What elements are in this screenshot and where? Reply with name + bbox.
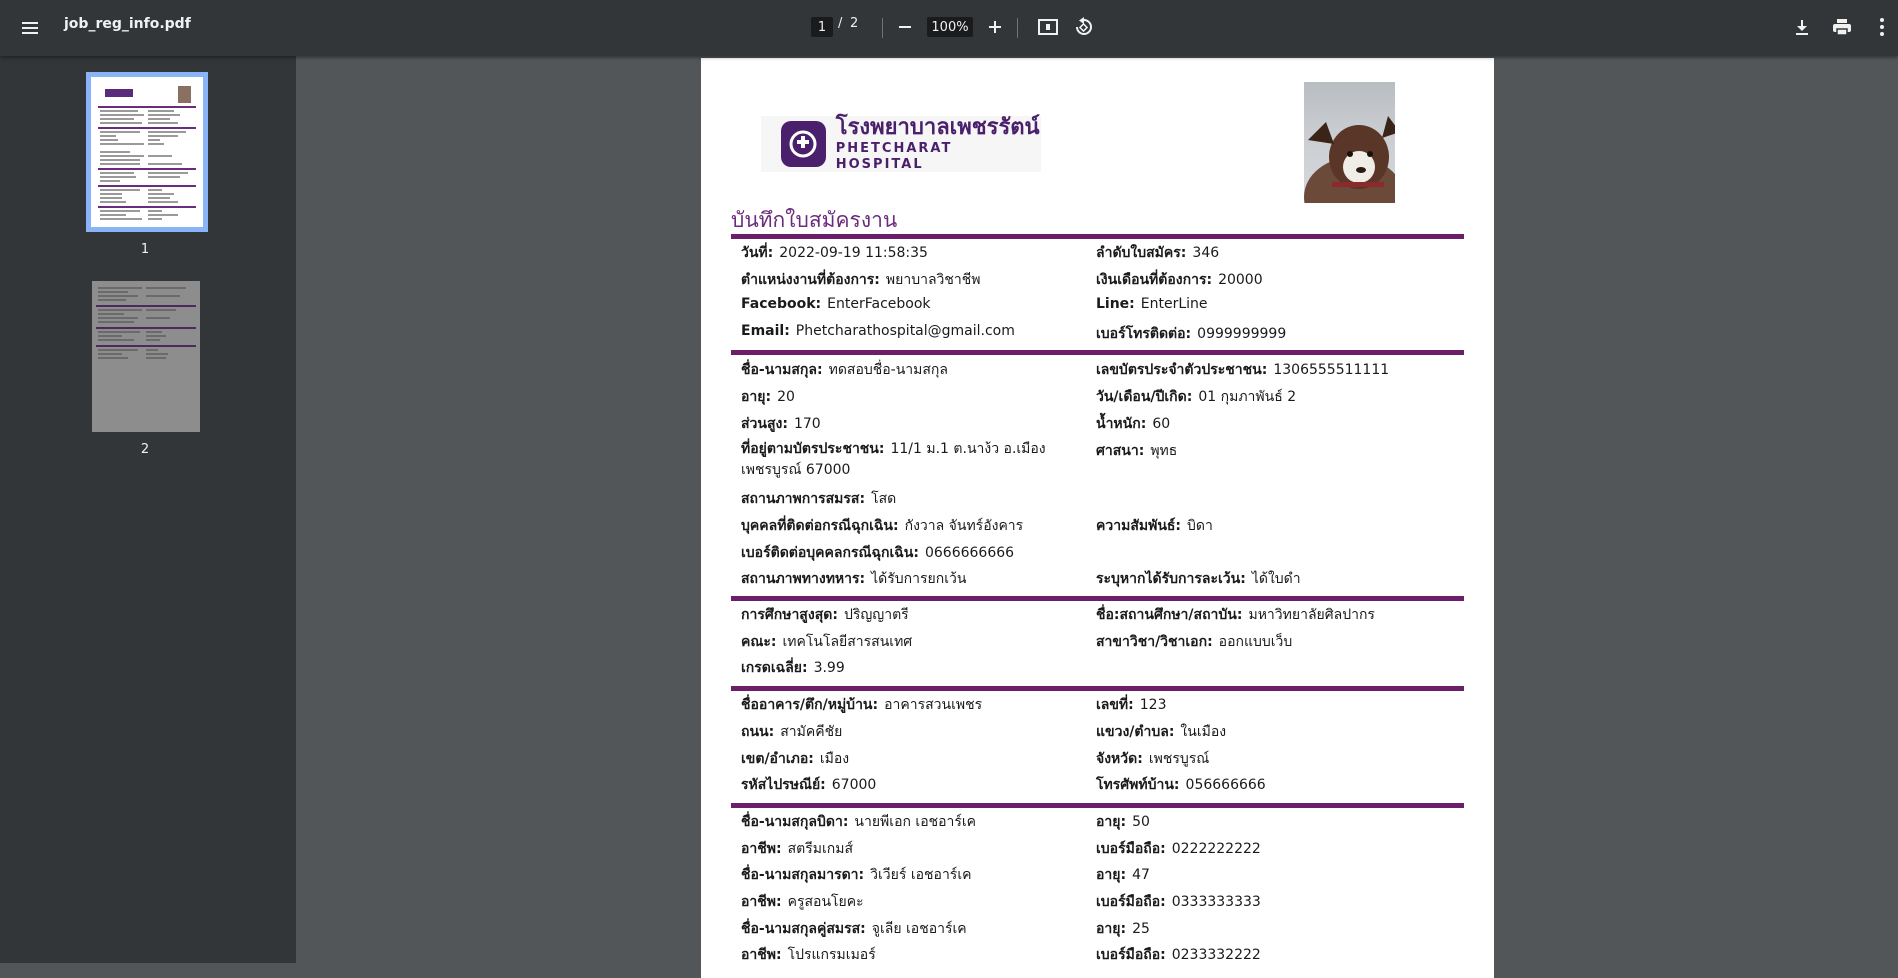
mother-occupation-field: อาชีพ: ครูสอนโยคะ (741, 894, 864, 910)
page-total: 2 (850, 16, 859, 31)
religion-field: ศาสนา: พุทธ (1096, 443, 1178, 459)
print-button[interactable] (1826, 11, 1858, 43)
relationship-field: ความสัมพันธ์: บิดา (1096, 518, 1213, 534)
application-number-field: ลำดับใบสมัคร: 346 (1096, 245, 1220, 261)
section-divider (731, 350, 1464, 355)
weight-field: น้ำหนัก: 60 (1096, 416, 1171, 432)
age-field: อายุ: 20 (741, 389, 795, 405)
major-field: สาขาวิชา/วิชาเอก: ออกแบบเว็บ (1096, 634, 1293, 650)
logo-english-name: PHETCHARAT HOSPITAL (835, 141, 953, 172)
thumbnail-sidebar: 1 2 (0, 56, 296, 963)
date-of-birth-field: วัน/เดือน/ปีเกิด: 01 กุมภาพันธ์ 2 (1096, 389, 1297, 405)
father-age-field: อายุ: 50 (1096, 814, 1150, 830)
desired-position-field: ตำแหน่งงานที่ต้องการ: พยาบาลวิชาชีพ (741, 272, 981, 288)
district-field: เขต/อำเภอ: เมือง (741, 751, 850, 767)
mother-name-field: ชื่อ-นามสกุลมารดา: วิเวียร์ เอชอาร์เค (741, 867, 972, 883)
zoom-level-input[interactable]: 100% (927, 17, 973, 37)
exemption-reason-field: ระบุหากได้รับการละเว้น: ได้ใบดำ (1096, 571, 1301, 587)
download-button[interactable] (1786, 11, 1818, 43)
emergency-phone-field: เบอร์ติดต่อบุคคลกรณีฉุกเฉิน: 0666666666 (741, 545, 1015, 561)
zoom-in-button[interactable] (981, 13, 1009, 41)
email-field: Email: Phetcharathospital@gmail.com (741, 323, 1015, 339)
province-field: จังหวัด: เพชรบูรณ์ (1096, 751, 1210, 767)
fit-to-page-icon (1038, 19, 1058, 35)
full-name-field: ชื่อ-นามสกุล: ทดสอบชื่อ-นามสกุล (741, 362, 948, 378)
desired-salary-field: เงินเดือนที่ต้องการ: 20000 (1096, 272, 1263, 288)
printer-icon (1833, 19, 1851, 36)
rotate-button[interactable] (1068, 11, 1100, 43)
zoom-out-button[interactable] (891, 13, 919, 41)
pdf-toolbar: job_reg_info.pdf 1 / 2 100% (0, 0, 1898, 56)
plus-icon (989, 21, 1001, 33)
more-actions-button[interactable] (1866, 11, 1898, 43)
father-name-field: ชื่อ-นามสกุลบิดา: นายพีเอก เอชอาร์เค (741, 814, 977, 830)
more-vert-icon (1880, 18, 1884, 36)
line-field: Line: EnterLine (1096, 296, 1208, 312)
logo-thai-name: โรงพยาบาลเพชรรัตน์ (835, 115, 1040, 140)
father-mobile-field: เบอร์มือถือ: 0222222222 (1096, 841, 1261, 857)
postal-code-field: รหัสไปรษณีย์: 67000 (741, 777, 877, 793)
hospital-logo: โรงพยาบาลเพชรรัตน์ PHETCHARAT HOSPITAL (761, 115, 1041, 172)
download-icon (1796, 20, 1808, 35)
section-divider (731, 686, 1464, 691)
contact-phone-field: เบอร์โทรติดต่อ: 0999999999 (1096, 326, 1287, 342)
highest-education-field: การศึกษาสูงสุด: ปริญญาตรี (741, 607, 909, 623)
marital-status-field: สถานภาพการสมรส: โสด (741, 491, 897, 507)
emergency-contact-field: บุคคลที่ติดต่อกรณีฉุกเฉิน: กังวาล จันทร์อ… (741, 518, 1024, 534)
faculty-field: คณะ: เทคโนโลยีสารสนเทศ (741, 634, 913, 650)
fit-page-button[interactable] (1032, 11, 1064, 43)
thumbnail-page-1[interactable] (86, 72, 208, 232)
building-field: ชื่ออาคาร/ตึก/หมู่บ้าน: อาคารสวนเพชร (741, 697, 983, 713)
gpa-field: เกรดเฉลี่ย: 3.99 (741, 660, 845, 676)
height-field: ส่วนสูง: 170 (741, 416, 821, 432)
page-separator: / (838, 16, 843, 31)
house-number-field: เลขที่: 123 (1096, 697, 1167, 713)
subdistrict-field: แขวง/ตำบล: ในเมือง (1096, 724, 1227, 740)
page-number-input[interactable]: 1 (811, 17, 833, 37)
date-field: วันที่: 2022-09-19 11:58:35 (741, 245, 928, 261)
section-divider (731, 596, 1464, 601)
id-card-field: เลขบัตรประจำตัวประชาชน: 1306555511111 (1096, 362, 1390, 378)
spouse-age-field: อายุ: 25 (1096, 921, 1150, 937)
section-divider (731, 234, 1464, 239)
toolbar-divider (882, 18, 883, 38)
mother-mobile-field: เบอร์มือถือ: 0333333333 (1096, 894, 1261, 910)
rotate-icon (1076, 17, 1092, 35)
minus-icon (899, 26, 911, 28)
facebook-field: Facebook: EnterFacebook (741, 296, 931, 312)
thumbnail-page-2[interactable] (92, 281, 200, 432)
applicant-photo (1304, 82, 1395, 203)
mother-age-field: อายุ: 47 (1096, 867, 1150, 883)
father-occupation-field: อาชีพ: สตรีมเกมส์ (741, 841, 854, 857)
institution-field: ชื่อ:สถานศึกษา/สถาบัน: มหาวิทยาลัยศิลปากร (1096, 607, 1375, 623)
thumbnail-label: 2 (140, 442, 150, 457)
pdf-page: โรงพยาบาลเพชรรัตน์ PHETCHARAT HOSPITAL บ… (701, 58, 1494, 978)
spouse-name-field: ชื่อ-นามสกุลคู่สมรส: จูเลีย เอชอาร์เค (741, 921, 967, 937)
menu-icon[interactable] (16, 14, 44, 42)
thumbnail-label: 1 (140, 242, 150, 257)
id-address-field: ที่อยู่ตามบัตรประชาชน: 11/1 ม.1 ต.นาง้ว อ… (741, 441, 1046, 478)
road-field: ถนน: สามัคคีชัย (741, 724, 843, 740)
military-status-field: สถานภาพทางทหาร: ได้รับการยกเว้น (741, 571, 967, 587)
section-divider (731, 803, 1464, 808)
hospital-emblem-icon (781, 121, 826, 167)
home-phone-field: โทรศัพท์บ้าน: 056666666 (1096, 777, 1266, 793)
document-heading: บันทึกใบสมัครงาน (731, 208, 898, 232)
toolbar-divider (1017, 18, 1018, 38)
document-title: job_reg_info.pdf (64, 16, 191, 32)
